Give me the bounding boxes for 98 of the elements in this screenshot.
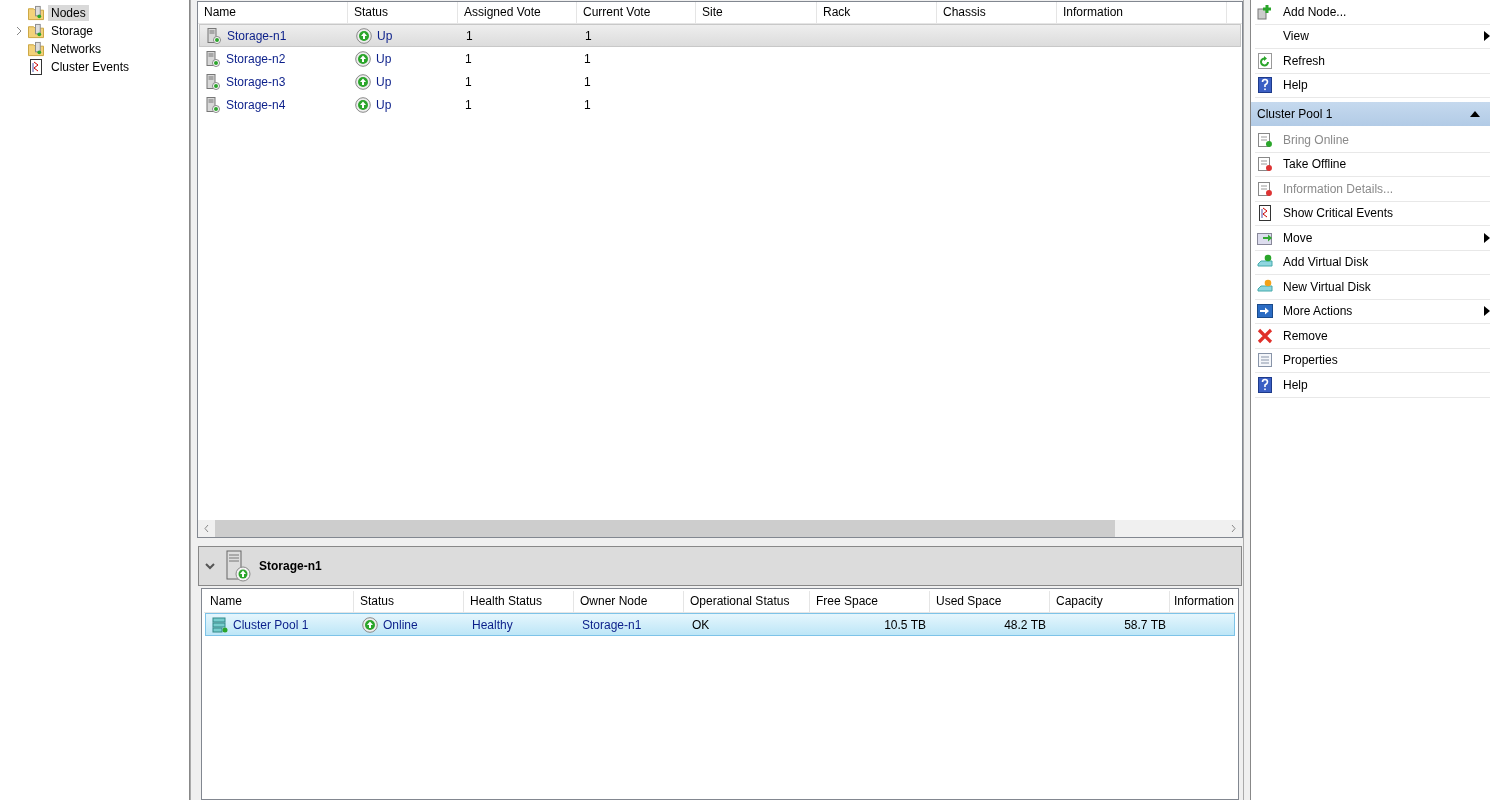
help-icon bbox=[1257, 376, 1273, 393]
status-up-icon bbox=[355, 96, 371, 113]
table-cell: 48.2 TB bbox=[1004, 617, 1046, 632]
column-header[interactable]: Name bbox=[198, 2, 348, 23]
table-row[interactable]: Storage-n4 Up 1 1 bbox=[199, 93, 1241, 116]
table-cell: 1 bbox=[585, 28, 592, 43]
column-header[interactable]: Site bbox=[696, 2, 817, 23]
action-item[interactable]: Show Critical Events bbox=[1255, 201, 1490, 226]
folder-icon bbox=[28, 41, 44, 57]
column-header[interactable]: Rack bbox=[817, 2, 937, 23]
event-log-icon bbox=[28, 59, 44, 75]
table-cell: Storage-n1 bbox=[582, 617, 642, 632]
status-text: Up bbox=[376, 97, 392, 112]
column-header[interactable]: Assigned Vote bbox=[458, 2, 577, 23]
add-server-icon bbox=[1257, 3, 1273, 20]
table-cell: 58.7 TB bbox=[1124, 617, 1166, 632]
status-up-icon bbox=[356, 27, 372, 44]
details-title: Storage-n1 bbox=[259, 559, 322, 573]
action-item[interactable]: Properties bbox=[1255, 348, 1490, 373]
table-cell: 1 bbox=[584, 74, 591, 89]
column-header[interactable]: Status bbox=[354, 591, 464, 612]
online-icon bbox=[1257, 131, 1273, 148]
node-name: Storage-n1 bbox=[227, 28, 287, 43]
new-disk-icon bbox=[1257, 278, 1273, 295]
table-row[interactable]: Cluster Pool 1 Online Healthy Storage-n1 OK 10.5 TB 48.2 TB 58.7 TB bbox=[205, 613, 1235, 636]
table-cell: 1 bbox=[584, 51, 591, 66]
table-cell: 1 bbox=[465, 97, 472, 112]
status-text: Up bbox=[377, 28, 393, 43]
action-item[interactable]: Help bbox=[1255, 373, 1490, 398]
table-cell: 1 bbox=[465, 74, 472, 89]
action-item[interactable]: Add Node... bbox=[1255, 0, 1490, 25]
column-header[interactable]: Current Vote bbox=[577, 2, 696, 23]
storage-pool-icon bbox=[212, 616, 228, 633]
server-icon bbox=[205, 50, 221, 67]
collapse-triangle-icon[interactable] bbox=[1470, 111, 1480, 117]
column-header[interactable]: Owner Node bbox=[574, 591, 684, 612]
refresh-icon bbox=[1257, 52, 1273, 69]
action-item[interactable]: Help bbox=[1255, 73, 1490, 98]
tree-item[interactable]: Storage bbox=[48, 23, 97, 39]
tree-item[interactable]: Cluster Events bbox=[48, 59, 133, 75]
column-header[interactable]: Used Space bbox=[930, 591, 1050, 612]
node-name: Storage-n3 bbox=[226, 74, 286, 89]
help-icon bbox=[1257, 77, 1273, 94]
arrow-right-icon bbox=[1257, 303, 1273, 320]
column-header[interactable]: Free Space bbox=[810, 591, 930, 612]
status-text: Up bbox=[376, 51, 392, 66]
table-cell: 1 bbox=[465, 51, 472, 66]
pane-splitter[interactable] bbox=[1243, 0, 1250, 800]
status-text: Up bbox=[376, 74, 392, 89]
table-cell: 1 bbox=[584, 97, 591, 112]
server-icon bbox=[205, 96, 221, 113]
section-header[interactable]: Cluster Pool 1 bbox=[1251, 102, 1490, 126]
table-row[interactable]: Storage-n1 Up 1 1 bbox=[199, 24, 1241, 47]
scrollbar-thumb[interactable] bbox=[215, 520, 1115, 537]
table-cell: 10.5 TB bbox=[884, 617, 926, 632]
action-item[interactable]: Refresh bbox=[1255, 49, 1490, 74]
action-item[interactable]: Add Virtual Disk bbox=[1255, 250, 1490, 275]
server-icon bbox=[205, 73, 221, 90]
collapse-chevron-icon[interactable] bbox=[205, 562, 215, 570]
offline-icon bbox=[1257, 156, 1273, 173]
column-header[interactable]: Health Status bbox=[464, 591, 574, 612]
folder-icon bbox=[28, 23, 44, 39]
column-header[interactable]: Information bbox=[1170, 591, 1239, 612]
folder-icon bbox=[28, 5, 44, 21]
column-header[interactable]: Capacity bbox=[1050, 591, 1170, 612]
table-cell: Healthy bbox=[472, 617, 513, 632]
server-icon bbox=[223, 550, 251, 582]
status-text: Online bbox=[383, 617, 418, 632]
status-up-icon bbox=[355, 50, 371, 67]
column-header[interactable]: Chassis bbox=[937, 2, 1057, 23]
server-icon bbox=[206, 27, 222, 44]
action-item[interactable]: Move bbox=[1255, 226, 1490, 251]
action-item[interactable]: Take Offline bbox=[1255, 152, 1490, 177]
action-item[interactable]: Remove bbox=[1255, 324, 1490, 349]
node-name: Storage-n4 bbox=[226, 97, 286, 112]
table-row[interactable]: Storage-n3 Up 1 1 bbox=[199, 70, 1241, 93]
properties-icon bbox=[1257, 352, 1273, 369]
pool-name: Cluster Pool 1 bbox=[233, 617, 309, 632]
tree-item[interactable]: Nodes bbox=[48, 5, 89, 21]
pane-splitter[interactable] bbox=[190, 0, 197, 800]
column-header[interactable]: Name bbox=[204, 591, 354, 612]
action-item[interactable]: More Actions bbox=[1255, 299, 1490, 324]
action-item[interactable]: View bbox=[1255, 24, 1490, 49]
remove-icon bbox=[1257, 327, 1273, 344]
section-title: Cluster Pool 1 bbox=[1257, 107, 1334, 121]
column-header[interactable]: Information bbox=[1057, 2, 1227, 23]
table-row[interactable]: Storage-n2 Up 1 1 bbox=[199, 47, 1241, 70]
table-cell: OK bbox=[692, 617, 710, 632]
action-item[interactable]: New Virtual Disk bbox=[1255, 275, 1490, 300]
status-up-icon bbox=[362, 616, 378, 633]
tree-item[interactable]: Networks bbox=[48, 41, 104, 57]
table-cell: 1 bbox=[466, 28, 473, 43]
node-name: Storage-n2 bbox=[226, 51, 286, 66]
event-log-icon bbox=[1257, 205, 1273, 222]
column-header[interactable]: Status bbox=[348, 2, 458, 23]
column-header[interactable]: Operational Status bbox=[684, 591, 810, 612]
details-icon bbox=[1257, 180, 1273, 197]
status-up-icon bbox=[355, 73, 371, 90]
